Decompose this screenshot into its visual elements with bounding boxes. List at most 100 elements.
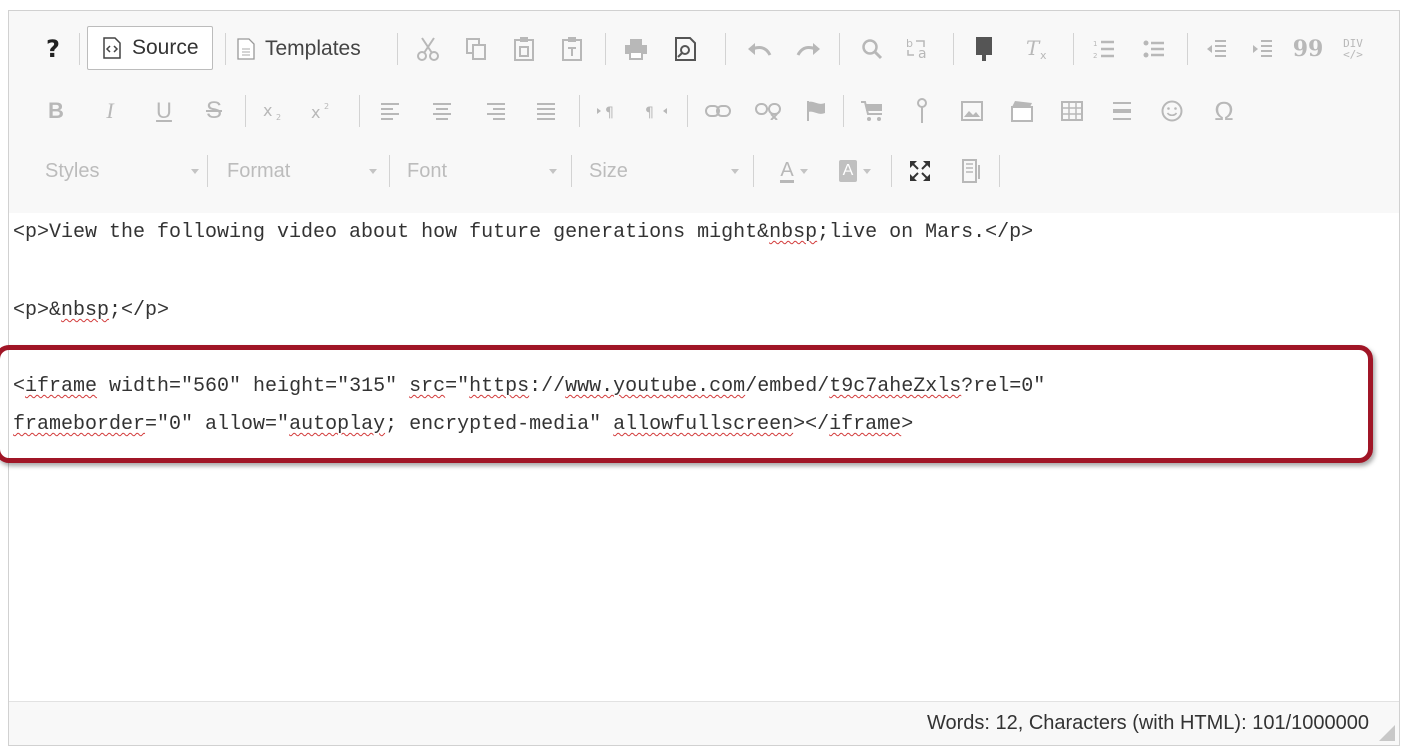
toolbar-separator: [953, 33, 954, 65]
templates-label: Templates: [265, 37, 361, 60]
italic-button[interactable]: I: [93, 89, 127, 133]
help-button[interactable]: ?: [35, 27, 71, 71]
toolbar-separator: [891, 155, 892, 187]
chevron-down-icon: [731, 169, 739, 174]
size-dropdown[interactable]: Size: [589, 149, 739, 193]
align-center-icon[interactable]: [425, 89, 459, 133]
print-icon[interactable]: [619, 27, 653, 71]
svg-text:x: x: [263, 101, 272, 120]
svg-text:¶: ¶: [605, 105, 614, 120]
toolbar-separator: [999, 155, 1000, 187]
blockquote-icon[interactable]: 99: [1289, 27, 1327, 71]
chevron-down-icon: [799, 168, 808, 174]
styles-dropdown[interactable]: Styles: [45, 149, 199, 193]
text-color-button[interactable]: A: [769, 149, 819, 193]
subscript-icon[interactable]: x2: [257, 89, 291, 133]
justify-icon[interactable]: [529, 89, 563, 133]
paste-icon[interactable]: [507, 27, 541, 71]
link-icon[interactable]: [699, 89, 737, 133]
superscript-icon[interactable]: x2: [305, 89, 339, 133]
format-label: Format: [227, 159, 291, 182]
toolbar-separator: [1073, 33, 1074, 65]
anchor-flag-icon[interactable]: [799, 89, 833, 133]
toolbar-row-3: Styles Format Font Size A A: [9, 149, 1399, 193]
spellcheck-token: nbsp: [769, 221, 818, 244]
toolbar-separator: [725, 33, 726, 65]
rtl-direction-icon[interactable]: ¶: [639, 89, 673, 133]
preview-icon[interactable]: [669, 27, 703, 71]
video-icon[interactable]: [1005, 89, 1039, 133]
table-icon[interactable]: [1055, 89, 1089, 133]
source-button[interactable]: Source: [87, 26, 213, 70]
toolbar-separator: [571, 155, 572, 187]
toolbar-separator: [839, 33, 840, 65]
word-count-text: Words: 12, Characters (with HTML): 101/1…: [926, 712, 1369, 734]
bulleted-list-icon[interactable]: [1137, 27, 1171, 71]
indent-icon[interactable]: [1245, 27, 1279, 71]
create-div-icon[interactable]: DIV </>: [1335, 27, 1371, 71]
toolbar-separator: [397, 33, 398, 65]
shopping-cart-icon[interactable]: [855, 89, 889, 133]
format-dropdown[interactable]: Format: [227, 149, 377, 193]
editor-toolbar: ? Source Templates b a T x 1 2 99 DIV </…: [9, 11, 1399, 214]
toolbar-separator: [1187, 33, 1188, 65]
cut-icon[interactable]: [411, 27, 445, 71]
background-color-button[interactable]: A: [829, 149, 881, 193]
svg-text:2: 2: [276, 113, 281, 122]
toolbar-separator: [389, 155, 390, 187]
chevron-down-icon: [369, 169, 377, 174]
chevron-down-icon: [549, 169, 557, 174]
templates-icon: [237, 38, 255, 60]
search-icon[interactable]: [855, 27, 889, 71]
chevron-down-icon: [863, 168, 872, 174]
replace-icon[interactable]: ba: [899, 27, 937, 71]
svg-text:b: b: [906, 37, 913, 50]
maximize-icon[interactable]: [903, 149, 937, 193]
styles-label: Styles: [45, 159, 100, 182]
resize-grip-icon[interactable]: [1379, 725, 1395, 741]
templates-button[interactable]: Templates: [237, 27, 361, 71]
toolbar-separator: [753, 155, 754, 187]
redo-icon[interactable]: [791, 27, 827, 71]
horizontal-line-icon[interactable]: [1105, 89, 1139, 133]
background-color-icon: A: [838, 160, 858, 182]
outdent-icon[interactable]: [1199, 27, 1233, 71]
strikethrough-button[interactable]: S: [197, 89, 231, 133]
source-label: Source: [132, 36, 199, 59]
special-character-icon[interactable]: Ω: [1205, 89, 1243, 133]
font-label: Font: [407, 159, 448, 182]
undo-icon[interactable]: [741, 27, 777, 71]
align-left-icon[interactable]: [373, 89, 407, 133]
spellcheck-token: nbsp: [61, 299, 110, 322]
toolbar-separator: [359, 95, 360, 127]
svg-text:2: 2: [324, 102, 329, 111]
ltr-direction-icon[interactable]: ¶: [591, 89, 625, 133]
image-icon[interactable]: [955, 89, 989, 133]
copy-icon[interactable]: [459, 27, 493, 71]
show-blocks-icon[interactable]: [955, 149, 989, 193]
remove-format-icon[interactable]: Tx: [1019, 27, 1057, 71]
svg-text:¶: ¶: [645, 105, 654, 120]
svg-text:a: a: [918, 46, 927, 62]
numbered-list-icon[interactable]: 12: [1087, 27, 1121, 71]
highlight-icon[interactable]: [967, 27, 1001, 71]
svg-text:T: T: [1026, 37, 1041, 60]
toolbar-separator: [207, 155, 208, 187]
rich-text-editor: ? Source Templates b a T x 1 2 99 DIV </…: [0, 10, 1400, 746]
paste-text-icon[interactable]: [555, 27, 589, 71]
underline-button[interactable]: U: [147, 89, 181, 133]
source-textarea[interactable]: <p>View the following video about how fu…: [0, 213, 1399, 701]
font-dropdown[interactable]: Font: [407, 149, 557, 193]
source-line-1: <p>View the following video about how fu…: [13, 221, 1034, 244]
smiley-icon[interactable]: [1155, 89, 1189, 133]
chevron-down-icon: [191, 169, 199, 174]
tack-icon[interactable]: [905, 89, 939, 133]
toolbar-separator: [579, 95, 580, 127]
toolbar-row-1: ? Source Templates b a T x 1 2 99 DIV </…: [9, 26, 1399, 71]
align-right-icon[interactable]: [479, 89, 513, 133]
toolbar-separator: [79, 33, 80, 65]
toolbar-separator: [843, 95, 844, 127]
bold-button[interactable]: B: [39, 89, 73, 133]
source-line-2: <p>&nbsp;</p>: [13, 299, 170, 322]
unlink-icon[interactable]: [749, 89, 787, 133]
